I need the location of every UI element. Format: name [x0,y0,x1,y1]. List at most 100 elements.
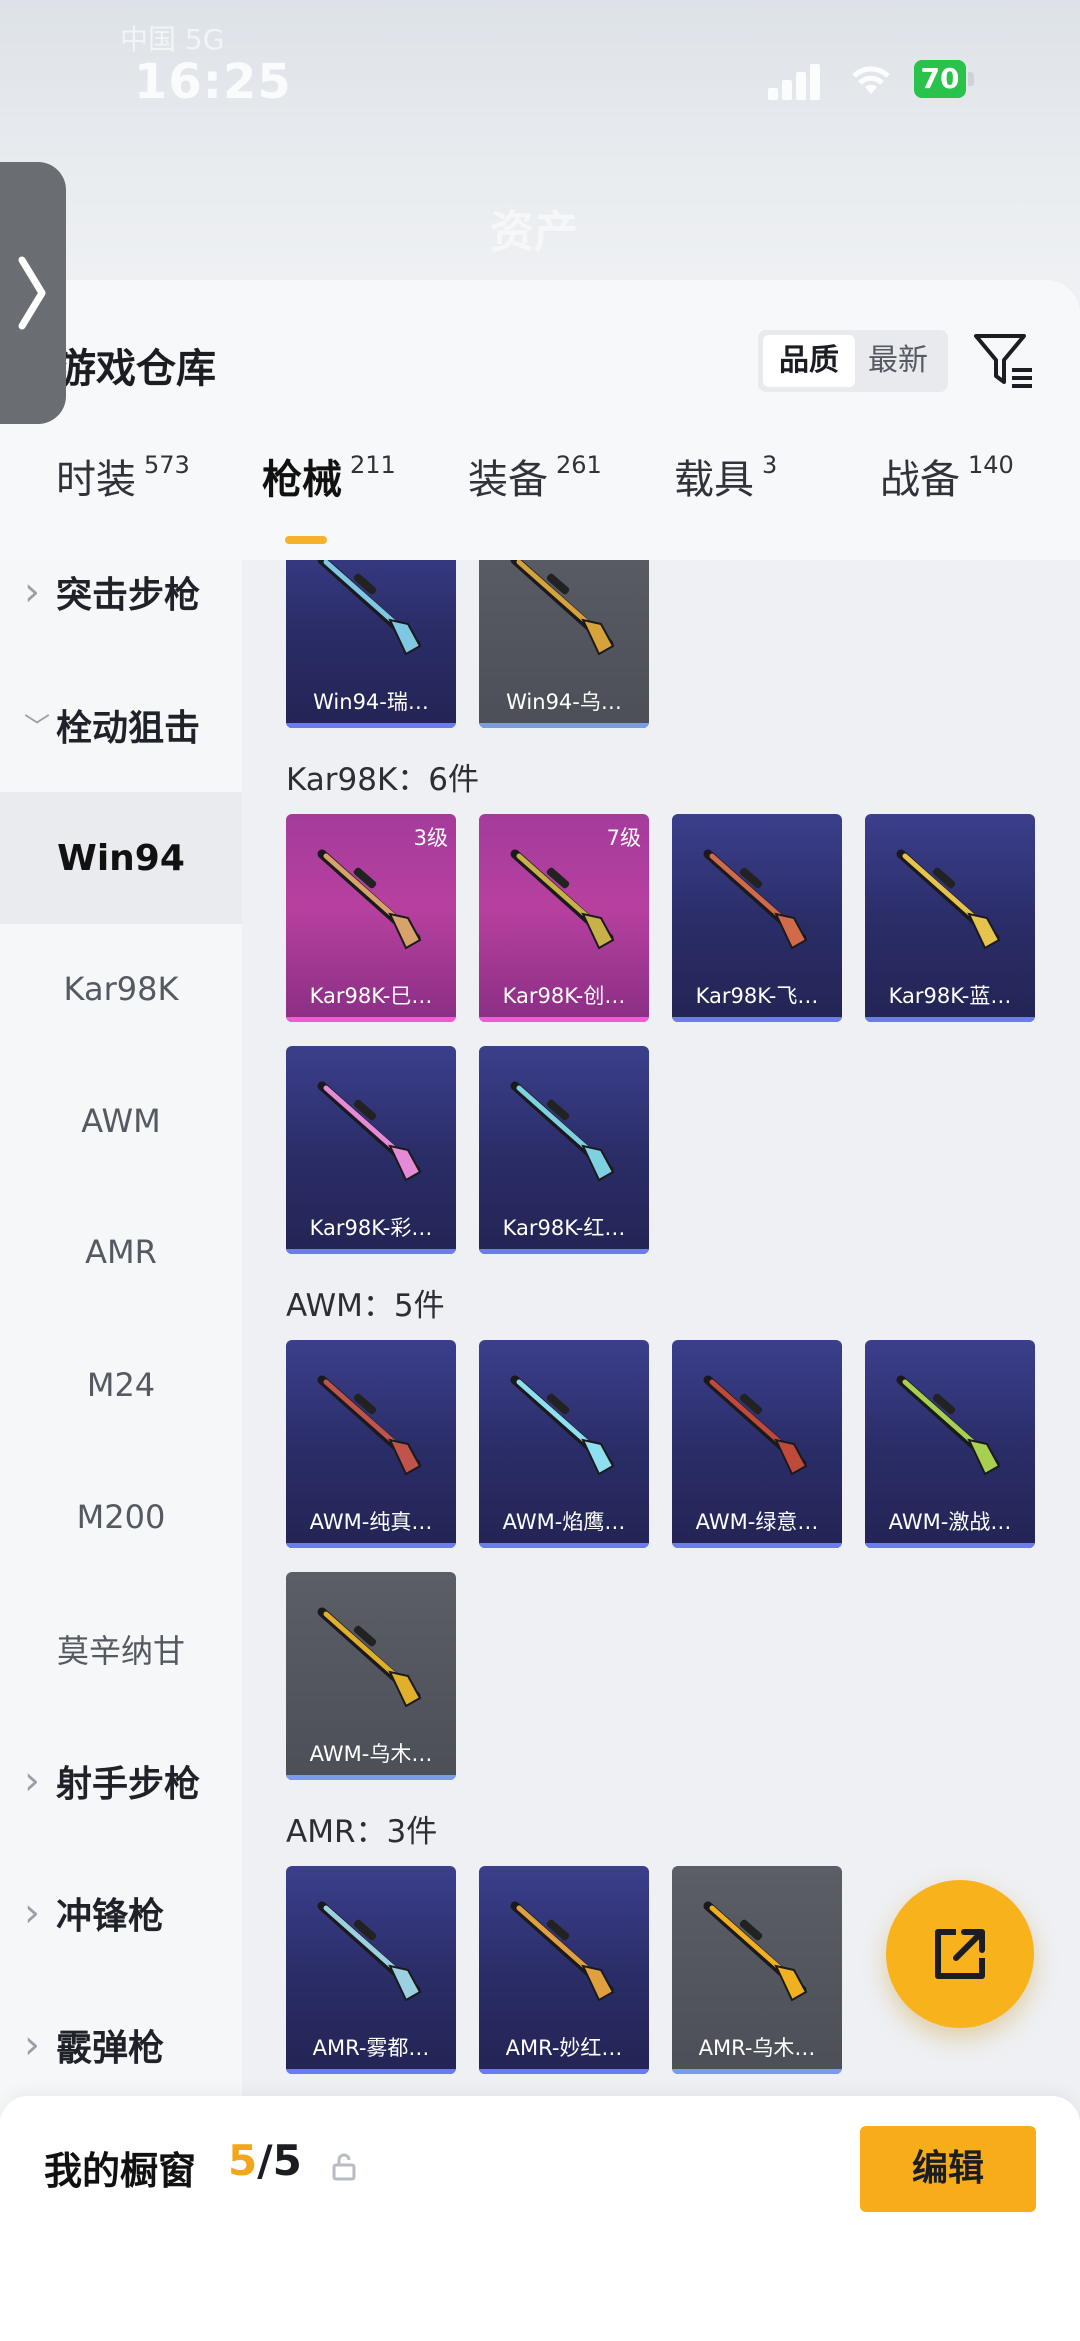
app-root: 中国 5G 16:25 70 资产 游戏仓库 品质 最新 时装 573 枪械 2… [0,0,1080,2341]
rifle-icon [703,849,808,950]
sidebar-item[interactable]: AWM [0,1055,242,1187]
gun-skin-card[interactable]: AWM-绿意… [672,1340,842,1548]
rifle-icon [317,1375,422,1476]
gun-skin-name: AWM-绿意… [695,1510,819,1534]
gun-skin-card[interactable]: Kar98K-飞… [672,814,842,1022]
chevron-right-icon: › [24,1890,40,1936]
tab-count: 261 [556,451,602,479]
rifle-icon [510,1375,615,1476]
sidebar-item[interactable]: › 射手步枪 [0,1715,242,1847]
sidebar-item-label: 射手步枪 [56,1764,201,1805]
sidebar-item[interactable]: › 突击步枪 [0,560,242,658]
gun-skin-name: Kar98K-创… [502,984,626,1008]
sort-toggle: 品质 最新 [758,330,948,392]
gun-skin-name: Kar98K-飞… [695,984,819,1008]
back-handle[interactable] [0,162,66,424]
filter-icon[interactable] [972,330,1036,390]
gun-skin-card[interactable]: Win94-乌… [479,560,649,728]
sort-quality-button[interactable]: 品质 [763,335,855,387]
rarity-bar [286,1249,456,1254]
showcase-current: 5 [228,2136,258,2185]
tab-fashion[interactable]: 时装 573 [56,440,190,540]
tab-supplies[interactable]: 战备 140 [880,440,1014,540]
gun-skin-card[interactable]: Kar98K-彩… [286,1046,456,1254]
carrier-text: 中国 5G [120,23,225,56]
sidebar-item-label: AMR [85,1233,157,1271]
rarity-bar [865,1017,1035,1022]
share-button[interactable] [886,1880,1034,2028]
rarity-bar [479,1543,649,1548]
tab-guns[interactable]: 枪械 211 [262,440,396,540]
tab-count: 3 [762,451,778,479]
page-title: 游戏仓库 [56,346,216,392]
battery-tip [968,72,974,86]
sidebar-item[interactable]: › 冲锋枪 [0,1847,242,1979]
chevron-right-icon: › [24,1758,40,1804]
item-grid: Win94-瑞… Win94-乌… Kar98K：6件 3级 Kar98K-巳… 7级 Ka… [242,560,1080,2341]
rarity-bar [286,1017,456,1022]
section-heading: AWM：5件 [286,1288,445,1324]
tab-count: 140 [968,451,1014,479]
sort-newest-button[interactable]: 最新 [852,335,944,387]
rarity-bar [672,2069,842,2074]
sidebar-item-label: 栓动狙击 [56,708,201,749]
gun-skin-card[interactable]: 7级 Kar98K-创… [479,814,649,1022]
rarity-bar [286,723,456,728]
sidebar-item-label: M200 [76,1498,166,1536]
gun-skin-card[interactable]: Kar98K-蓝… [865,814,1035,1022]
sidebar-item[interactable]: 莫辛纳甘 [0,1583,242,1715]
gun-skin-card[interactable]: AWM-乌木… [286,1572,456,1780]
gun-skin-name: Kar98K-巳… [309,984,433,1008]
rarity-bar [479,2069,649,2074]
sidebar-item[interactable]: M200 [0,1451,242,1583]
edit-button[interactable]: 编辑 [860,2126,1036,2212]
sidebar-item-label: Win94 [57,837,185,879]
gun-skin-card[interactable]: 3级 Kar98K-巳… [286,814,456,1022]
sidebar-item[interactable]: AMR [0,1186,242,1318]
gun-skin-card[interactable]: AMR-乌木… [672,1866,842,2074]
rifle-icon [317,560,422,656]
tab-equipment[interactable]: 装备 261 [468,440,602,540]
level-badge: 7级 [606,826,641,850]
gun-skin-name: Kar98K-红… [502,1216,626,1240]
gun-skin-card[interactable]: AWM-焰鹰… [479,1340,649,1548]
rarity-bar [479,1249,649,1254]
chevron-right-icon: › [24,569,40,615]
gun-skin-card[interactable]: AMR-妙红… [479,1866,649,2074]
gun-skin-name: AWM-焰鹰… [502,1510,626,1534]
sidebar-item[interactable]: › 霰弹枪 [0,1979,242,2111]
sidebar-item-label: 突击步枪 [56,575,201,616]
rarity-bar [672,1017,842,1022]
gun-skin-card[interactable]: Win94-瑞… [286,560,456,728]
level-badge: 3级 [413,826,448,850]
gun-skin-card[interactable]: AWM-纯真… [286,1340,456,1548]
tab-vehicles[interactable]: 载具 3 [674,440,777,540]
rarity-bar [672,1543,842,1548]
battery-indicator: 70 [914,60,966,98]
gun-skin-name: AMR-雾都… [312,2036,430,2060]
rifle-icon [317,849,422,950]
sidebar-item[interactable]: Kar98K [0,923,242,1055]
rifle-icon [896,1375,1001,1476]
gun-skin-card[interactable]: AMR-雾都… [286,1866,456,2074]
rarity-bar [286,1543,456,1548]
rifle-icon [510,1901,615,2002]
tab-count: 573 [144,451,190,479]
rifle-icon [510,1081,615,1182]
tab-count: 211 [350,451,396,479]
sidebar-item[interactable]: M24 [0,1319,242,1451]
rarity-bar [286,2069,456,2074]
category-sidebar: › 突击步枪 ﹀ 栓动狙击 Win94 Kar98K AWM AMR M24 M200 莫辛纳甘 › 射… [0,560,242,2341]
gun-skin-card[interactable]: AWM-激战… [865,1340,1035,1548]
sidebar-item[interactable]: Win94 [0,792,242,924]
status-bar: 中国 5G 16:25 70 资产 [0,0,1080,280]
gun-skin-name: Win94-乌… [506,690,622,714]
rifle-icon [896,849,1001,950]
showcase-bar: 我的橱窗 5/5 编辑 [0,2096,1080,2341]
gun-skin-name: AMR-妙红… [505,2036,623,2060]
sidebar-item[interactable]: ﹀ 栓动狙击 [0,659,242,791]
backdrop-title: 资产 [490,207,578,258]
sidebar-item-label: M24 [86,1366,156,1404]
sidebar-item-label: 冲锋枪 [56,1896,165,1937]
gun-skin-card[interactable]: Kar98K-红… [479,1046,649,1254]
